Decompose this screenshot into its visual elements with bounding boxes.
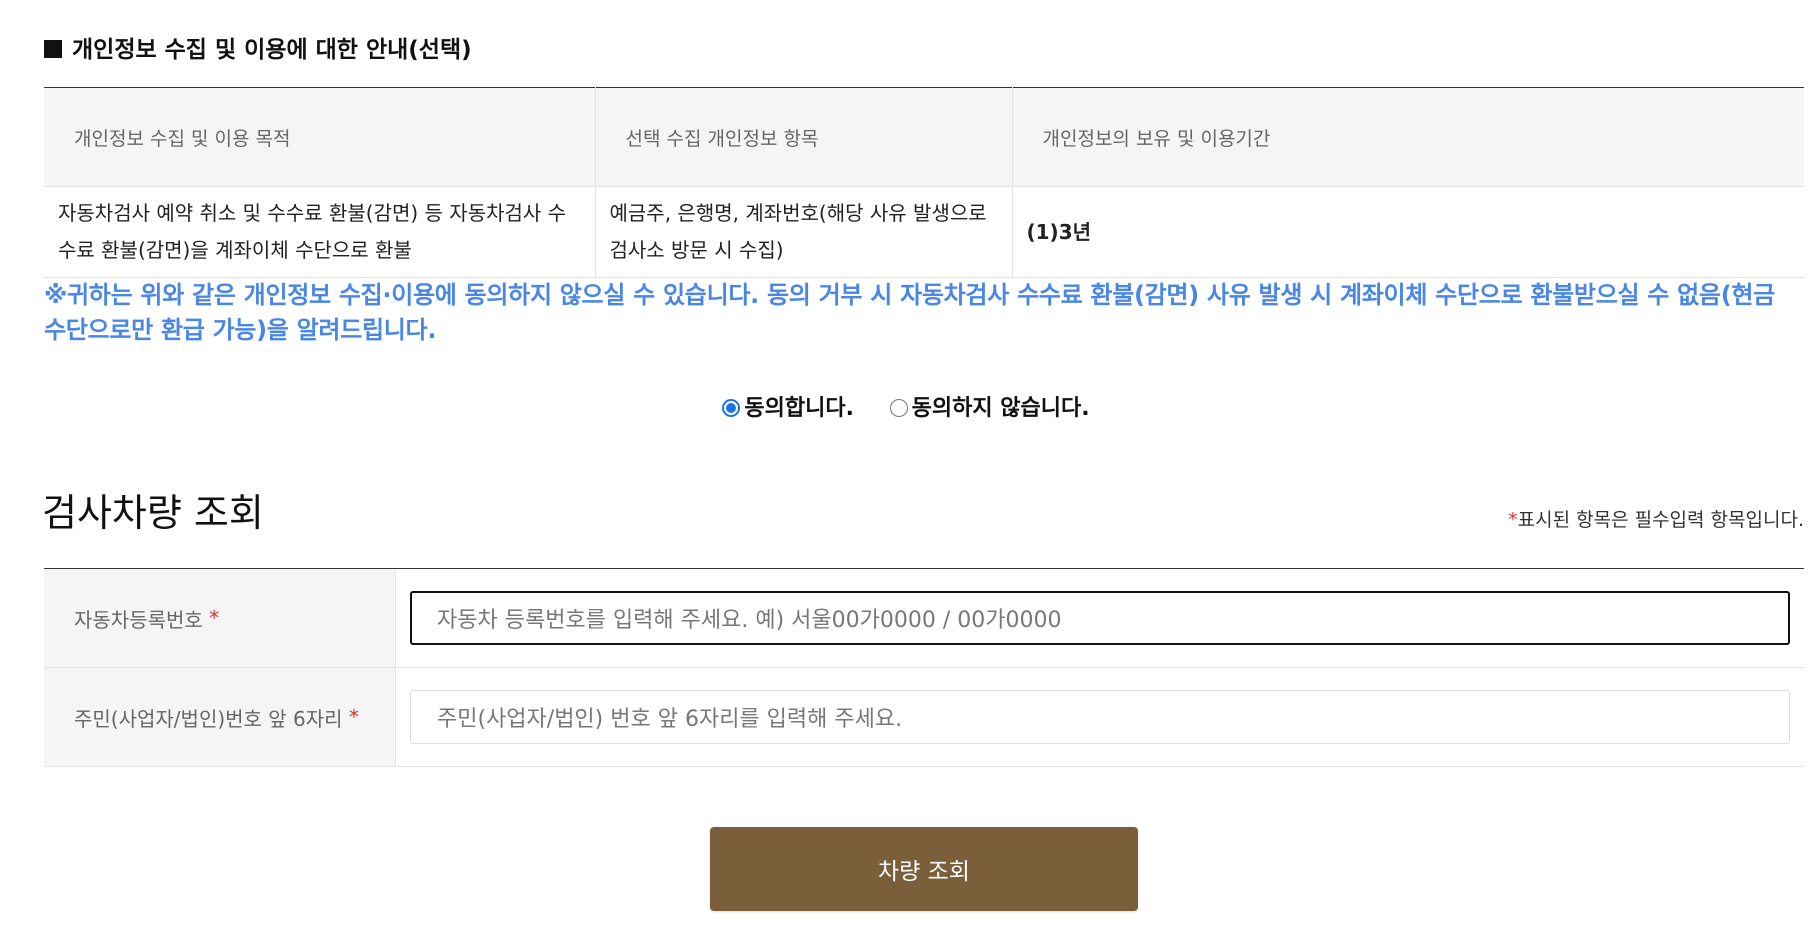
resident-number-label-text: 주민(사업자/법인)번호 앞 6자리 (74, 706, 343, 731)
resident-number-label: 주민(사업자/법인)번호 앞 6자리 * (44, 668, 396, 766)
registration-field-cell: 자동차 등록번호를 입력해 주세요. 예) 서울00가0000 / 00가000… (396, 569, 1804, 667)
required-fields-note: *표시된 항목은 필수입력 항목입니다. (1508, 505, 1804, 532)
header-items: 선택 수집 개인정보 항목 (595, 87, 1013, 187)
vehicle-lookup-title: 검사차량 조회 (42, 491, 264, 535)
consent-notice: ※귀하는 위와 같은 개인정보 수집·이용에 동의하지 않으실 수 있습니다. … (44, 281, 1775, 344)
square-bullet-icon (44, 40, 62, 58)
registration-label: 자동차등록번호 * (44, 569, 396, 667)
privacy-info-table: 개인정보 수집 및 이용 목적 선택 수집 개인정보 항목 개인정보의 보유 및… (44, 87, 1804, 278)
agree-radio-option[interactable]: 동의합니다. (722, 390, 854, 422)
resident-number-row: 주민(사업자/법인)번호 앞 6자리 * 주민(사업자/법인) 번호 앞 6자리… (44, 668, 1804, 767)
privacy-section-title-text: 개인정보 수집 및 이용에 대한 안내(선택) (72, 37, 472, 63)
agree-label[interactable]: 동의합니다. (744, 396, 854, 421)
disagree-radio-option[interactable]: 동의하지 않습니다. (889, 390, 1090, 422)
cell-purpose: 자동차검사 예약 취소 및 수수료 환불(감면) 등 자동차검사 수수료 환불(… (44, 186, 596, 278)
registration-label-text: 자동차등록번호 (74, 607, 203, 632)
header-period: 개인정보의 보유 및 이용기간 (1012, 87, 1804, 187)
table-header-row: 개인정보 수집 및 이용 목적 선택 수집 개인정보 항목 개인정보의 보유 및… (44, 87, 1804, 187)
registration-row: 자동차등록번호 * 자동차 등록번호를 입력해 주세요. 예) 서울00가000… (44, 569, 1804, 668)
cell-items: 예금주, 은행명, 계좌번호(해당 사유 발생으로 검사소 방문 시 수집) (595, 186, 1013, 278)
resident-number-field-cell: 주민(사업자/법인) 번호 앞 6자리를 입력해 주세요. (396, 668, 1804, 766)
header-purpose: 개인정보 수집 및 이용 목적 (44, 87, 596, 187)
privacy-section-title: 개인정보 수집 및 이용에 대한 안내(선택) (44, 30, 472, 64)
disagree-label[interactable]: 동의하지 않습니다. (912, 396, 1090, 421)
table-row: 자동차검사 예약 취소 및 수수료 환불(감면) 등 자동차검사 수수료 환불(… (44, 186, 1804, 278)
registration-number-input[interactable]: 자동차 등록번호를 입력해 주세요. 예) 서울00가0000 / 00가000… (410, 591, 1790, 645)
required-star-icon: * (209, 606, 220, 630)
radio-checked-icon[interactable] (722, 399, 741, 417)
radio-unchecked-icon[interactable] (889, 399, 908, 417)
required-note-text: 표시된 항목은 필수입력 항목입니다. (1517, 509, 1804, 531)
required-star-icon: * (1508, 509, 1518, 531)
vehicle-lookup-button[interactable]: 차량 조회 (710, 827, 1138, 911)
resident-number-input[interactable]: 주민(사업자/법인) 번호 앞 6자리를 입력해 주세요. (410, 690, 1790, 744)
page: 개인정보 수집 및 이용에 대한 안내(선택) 개인정보 수집 및 이용 목적 … (0, 0, 1812, 939)
vehicle-lookup-form: 자동차등록번호 * 자동차 등록번호를 입력해 주세요. 예) 서울00가000… (44, 568, 1804, 767)
consent-radio-group: 동의합니다. 동의하지 않습니다. (0, 390, 1812, 422)
required-star-icon: * (348, 705, 359, 729)
cell-period: (1)3년 (1012, 186, 1804, 278)
